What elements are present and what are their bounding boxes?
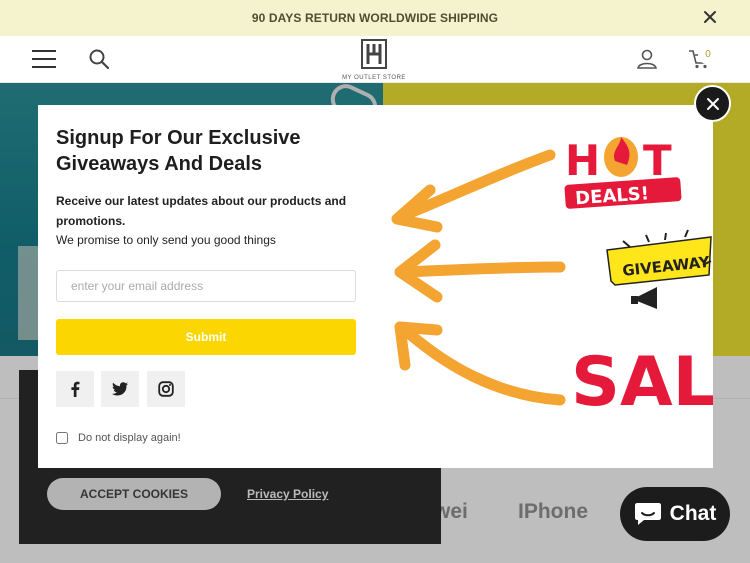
- close-icon: [706, 97, 719, 110]
- hot-word-end: T: [643, 136, 672, 185]
- chat-bubble-icon: [634, 503, 661, 525]
- instagram-button[interactable]: [147, 371, 185, 407]
- announcement-text: 90 DAYS RETURN WORLDWIDE SHIPPING: [251, 11, 499, 25]
- promo-graphic: H T DEALS! GIVEAWAY SALE: [375, 105, 713, 445]
- twitter-icon: [112, 382, 128, 396]
- newsletter-popup: Signup For Our Exclusive Giveaways And D…: [38, 105, 713, 468]
- menu-icon[interactable]: [32, 50, 56, 68]
- sale-badge: SALE: [571, 343, 713, 422]
- submit-button[interactable]: Submit: [56, 319, 356, 355]
- hot-deals-badge: H T DEALS!: [564, 136, 682, 209]
- do-not-display-checkbox[interactable]: [56, 432, 68, 444]
- user-icon[interactable]: [636, 48, 658, 70]
- email-field[interactable]: [56, 270, 356, 302]
- twitter-button[interactable]: [101, 371, 139, 407]
- cart-count-badge: 0: [698, 46, 718, 64]
- facebook-icon: [71, 381, 80, 397]
- facebook-button[interactable]: [56, 371, 94, 407]
- instagram-icon: [158, 381, 174, 397]
- chat-button[interactable]: Chat: [620, 487, 730, 541]
- popup-title: Signup For Our Exclusive Giveaways And D…: [56, 127, 301, 175]
- logo-mark-icon: [361, 39, 387, 69]
- announcement-bar: 90 DAYS RETURN WORLDWIDE SHIPPING: [0, 0, 750, 36]
- hot-word: H: [565, 136, 600, 185]
- popup-close-button[interactable]: [694, 85, 731, 122]
- close-icon[interactable]: [702, 9, 718, 25]
- logo-text: MY OUTLET STORE: [342, 75, 406, 81]
- store-logo[interactable]: MY OUTLET STORE: [338, 38, 410, 82]
- popup-subtitle: Receive our latest updates about our pro…: [56, 194, 347, 228]
- do-not-display-option[interactable]: Do not display again!: [56, 432, 181, 444]
- site-header: MY OUTLET STORE 0: [0, 36, 750, 83]
- chat-label: Chat: [669, 502, 717, 525]
- do-not-display-label: Do not display again!: [78, 432, 181, 444]
- sale-word: SALE: [571, 343, 713, 422]
- search-icon[interactable]: [88, 48, 110, 70]
- popup-promise-text: We promise to only send you good things: [56, 233, 276, 247]
